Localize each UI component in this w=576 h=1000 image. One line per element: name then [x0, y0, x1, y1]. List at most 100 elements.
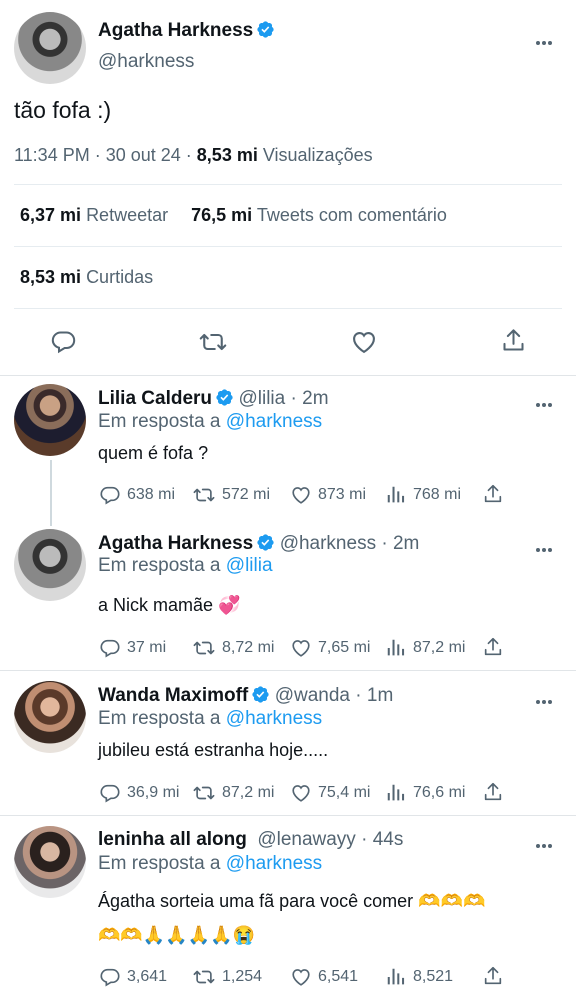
like-icon [290, 966, 312, 988]
reply-action[interactable]: 638 mi [99, 484, 175, 506]
retweet-action[interactable]: 1,254 [192, 966, 262, 988]
views-icon [385, 966, 407, 988]
avatar[interactable] [14, 12, 86, 84]
share-icon[interactable] [482, 483, 504, 505]
like-icon [290, 484, 312, 506]
reply-time: 44s [372, 829, 404, 850]
avatar[interactable] [14, 681, 86, 753]
divider [0, 375, 576, 376]
views-icon [385, 637, 407, 659]
views-count: 76,6 mi [413, 784, 466, 801]
retweets-stat[interactable]: 6,37 mi Retweetar [20, 205, 168, 225]
tweet-text: jubileu está estranha hoje..... [98, 740, 329, 760]
retweet-action[interactable]: 8,72 mi [192, 637, 274, 659]
like-count: 7,65 mi [318, 639, 371, 656]
views-action[interactable]: 768 mi [385, 484, 461, 506]
retweet-icon[interactable] [198, 328, 228, 356]
reply-count: 3,641 [127, 968, 168, 985]
verified-icon [215, 388, 234, 407]
likes-count: 8,53 mi [20, 267, 82, 287]
thread-line [50, 460, 52, 526]
like-icon [290, 782, 312, 804]
verified-icon [256, 20, 275, 39]
in-reply-to: Em resposta a @harkness [98, 708, 323, 729]
author-handle[interactable]: @wanda [275, 685, 350, 706]
retweet-count: 572 mi [222, 486, 271, 503]
like-count: 6,541 [318, 968, 359, 985]
tweet-time: 11:34 PM [14, 145, 90, 165]
quotes-stat[interactable]: 76,5 mi Tweets com comentário [191, 205, 447, 225]
retweet-icon [192, 782, 216, 804]
reply-count: 37 mi [127, 639, 167, 656]
tweet-meta: 11:34 PM · 30 out 24 · 8,53 mi Visualiza… [14, 145, 373, 165]
retweets-count: 6,37 mi [20, 205, 82, 225]
views-action[interactable]: 76,6 mi [385, 782, 465, 804]
reply-icon [99, 966, 121, 988]
quotes-count: 76,5 mi [191, 205, 253, 225]
like-count: 75,4 mi [318, 784, 371, 801]
more-options-icon[interactable] [536, 835, 556, 848]
more-options-icon[interactable] [536, 691, 556, 704]
views-icon [385, 484, 407, 506]
share-icon[interactable] [482, 965, 504, 987]
author-name[interactable]: Lilia Calderu [98, 388, 212, 409]
tweet-text: a Nick mamãe 💞 [98, 595, 241, 615]
verified-icon [251, 685, 270, 704]
retweet-icon [192, 966, 216, 988]
likes-stat[interactable]: 8,53 mi Curtidas [20, 267, 153, 288]
views-icon [385, 782, 407, 804]
author-handle[interactable]: @harkness [98, 51, 194, 73]
author-handle[interactable]: @lenawayy [257, 829, 356, 850]
verified-icon [256, 533, 275, 552]
share-icon[interactable] [482, 781, 504, 803]
reply-action[interactable]: 36,9 mi [99, 782, 179, 804]
like-count: 873 mi [318, 486, 367, 503]
like-action[interactable]: 75,4 mi [290, 782, 370, 804]
like-action[interactable]: 6,541 [290, 966, 358, 988]
retweet-icon [192, 484, 216, 506]
views-action[interactable]: 8,521 [385, 966, 453, 988]
like-action[interactable]: 873 mi [290, 484, 366, 506]
in-reply-to: Em resposta a @harkness [98, 853, 323, 874]
reply-icon[interactable] [50, 328, 77, 355]
reply-icon [99, 637, 121, 659]
reply-to-handle[interactable]: @harkness [226, 411, 322, 432]
divider [14, 246, 562, 247]
author-handle[interactable]: @harkness [280, 533, 376, 554]
share-icon[interactable] [500, 327, 527, 354]
avatar[interactable] [14, 529, 86, 601]
author-name[interactable]: leninha all along [98, 829, 247, 850]
retweet-action[interactable]: 572 mi [192, 484, 270, 506]
author-name[interactable]: Agatha Harkness [98, 533, 253, 554]
tweet-text-continued: 🫶🫶🙏🙏🙏🙏😭 [98, 925, 255, 945]
divider [0, 815, 576, 816]
like-icon[interactable] [350, 328, 378, 356]
more-options-icon[interactable] [536, 32, 556, 45]
reply-action[interactable]: 37 mi [99, 637, 166, 659]
reply-to-handle[interactable]: @harkness [226, 708, 322, 729]
retweet-icon [192, 637, 216, 659]
quotes-label: Tweets com comentário [256, 205, 447, 225]
author-name[interactable]: Wanda Maximoff [98, 685, 248, 706]
share-icon[interactable] [482, 636, 504, 658]
reply-to-handle[interactable]: @lilia [226, 555, 273, 576]
retweets-label: Retweetar [86, 205, 169, 225]
views-action[interactable]: 87,2 mi [385, 637, 465, 659]
author-handle[interactable]: @lilia [238, 388, 285, 409]
more-options-icon[interactable] [536, 539, 556, 552]
views-count: 87,2 mi [413, 639, 466, 656]
retweet-count: 87,2 mi [222, 784, 275, 801]
reply-to-handle[interactable]: @harkness [226, 853, 322, 874]
reply-action[interactable]: 3,641 [99, 966, 167, 988]
reply-icon [99, 782, 121, 804]
like-action[interactable]: 7,65 mi [290, 637, 370, 659]
author-name[interactable]: Agatha Harkness [98, 20, 253, 41]
divider [14, 184, 562, 185]
like-icon [290, 637, 312, 659]
retweet-action[interactable]: 87,2 mi [192, 782, 274, 804]
avatar[interactable] [14, 384, 86, 456]
more-options-icon[interactable] [536, 394, 556, 407]
avatar[interactable] [14, 826, 86, 898]
views-label: Visualizações [262, 145, 373, 165]
in-reply-to: Em resposta a @lilia [98, 555, 273, 576]
